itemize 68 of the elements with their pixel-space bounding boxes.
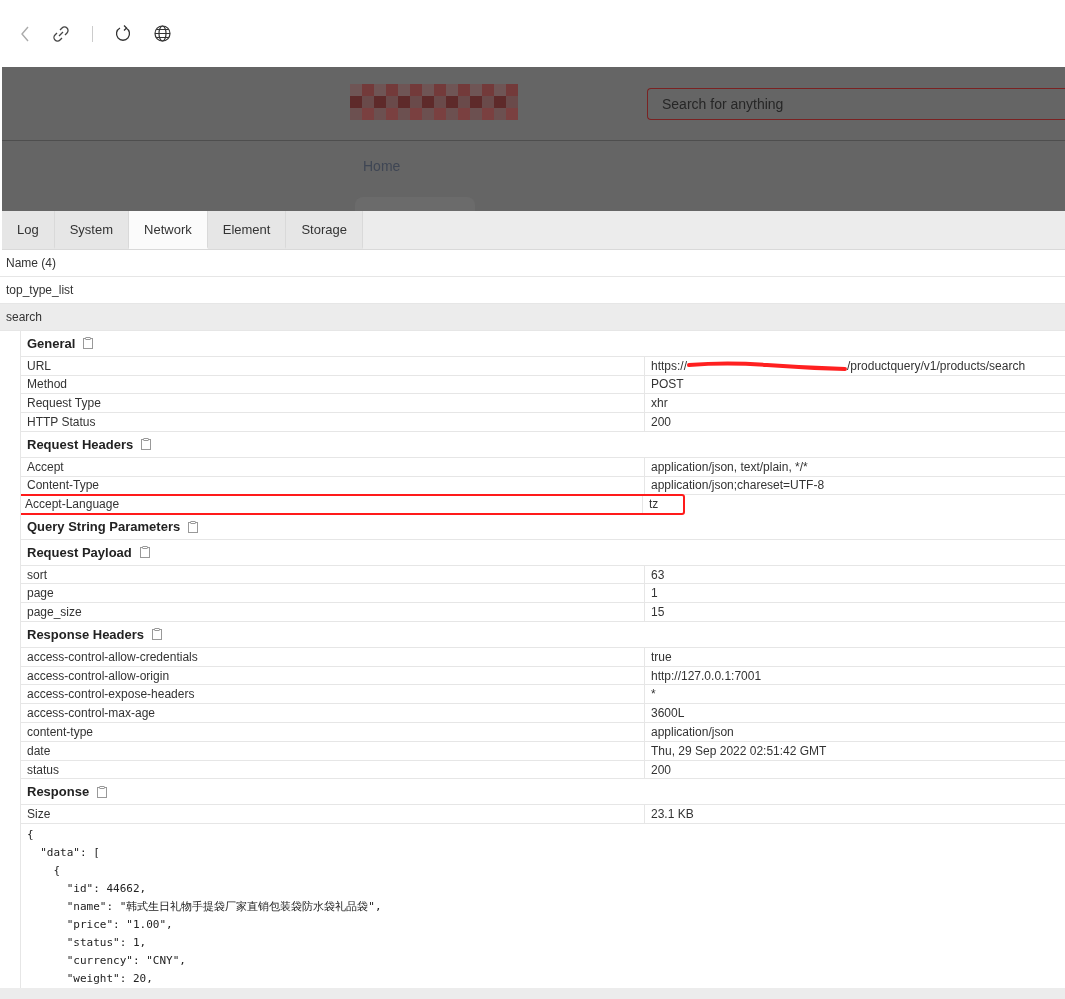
code-line: "currency": "CNY", [65,953,187,970]
request-item[interactable]: search [0,304,1065,331]
table-cell: 200 [644,413,1065,431]
copy-icon[interactable] [139,546,150,559]
code-line: "id": 44662, [65,881,148,898]
tab[interactable]: Element [207,211,287,249]
copy-icon[interactable] [188,520,199,533]
tab[interactable]: Storage [286,211,363,249]
table-cell: application/json, text/plain, */* [644,457,1065,476]
table-cell-text: Size [26,806,52,824]
globe-icon[interactable] [154,25,171,42]
table-cell: tz [642,495,684,514]
table-cell: https:// [651,358,688,373]
code-line: { [52,863,62,880]
table-cell: 23.1 KB [644,805,1065,824]
table-cell-text: access-control-expose-headers [26,686,196,704]
section-title: Response [27,784,90,800]
code-line: "price": "1.00", [65,917,174,934]
tab[interactable]: Network [129,211,208,249]
code-line: "name": "韩式生日礼物手提袋厂家直销包装袋防水袋礼品袋", [65,899,383,916]
table-cell: POST [644,375,1065,394]
table-cell-text: sort [26,566,48,584]
table-cell-text: Accept-Language [24,496,121,514]
table-cell: * [644,685,1065,704]
table-cell-text: page [26,585,55,603]
code-line: "weight": 20, [65,971,154,988]
table-cell: xhr [644,394,1065,413]
link-icon[interactable] [52,24,70,43]
table-cell-text: content-type [26,723,95,741]
table-cell-text: Accept [26,458,65,476]
table-cell: http://127.0.0.1:7001 [644,666,1065,685]
copy-icon[interactable] [141,438,152,451]
table-cell: application/json [644,723,1065,741]
table-cell: 63 [644,565,1065,584]
table-cell-text: status [26,761,60,779]
table-cell: 1 [644,584,1065,603]
code-line: { [27,827,35,844]
table-cell: 3600L [644,704,1065,723]
table-cell: true [644,647,1065,666]
section-title: Request Headers [27,436,134,452]
table-cell: application/json;chareset=UTF-8 [644,476,1065,495]
table-cell-text: page_size [26,604,83,622]
code-line: "data": [ [39,845,101,862]
table-cell-text: URL [26,357,52,375]
table-cell: 15 [644,603,1065,622]
table-cell: /productquery/v1/products/search [847,358,1026,373]
table-cell: 200 [644,760,1065,779]
table-cell-text: date [26,742,52,760]
tab[interactable]: Log [2,211,55,249]
table-cell-text: access-control-allow-origin [26,667,171,685]
table-cell-text: access-control-allow-credentials [26,648,199,666]
copy-icon[interactable] [152,628,163,641]
copy-icon[interactable] [97,785,108,798]
table-cell-text: Content-Type [26,477,101,495]
section-title: Response Headers [27,626,145,642]
tab[interactable]: System [54,211,130,249]
table-cell-text: Request Type [26,395,102,413]
copy-icon[interactable] [83,337,94,350]
table-cell-text: HTTP Status [26,414,97,431]
table-cell: Thu, 29 Sep 2022 02:51:42 GMT [644,741,1065,760]
code-line: "status": 1, [65,935,148,952]
section-title: Query String Parameters [27,519,181,534]
section-title: General [27,335,76,351]
section-title: Request Payload [27,544,132,560]
table-cell-text: Method [26,376,69,394]
back-icon[interactable] [20,25,30,42]
refresh-icon[interactable] [115,24,132,43]
table-cell-text: access-control-max-age [26,705,157,723]
